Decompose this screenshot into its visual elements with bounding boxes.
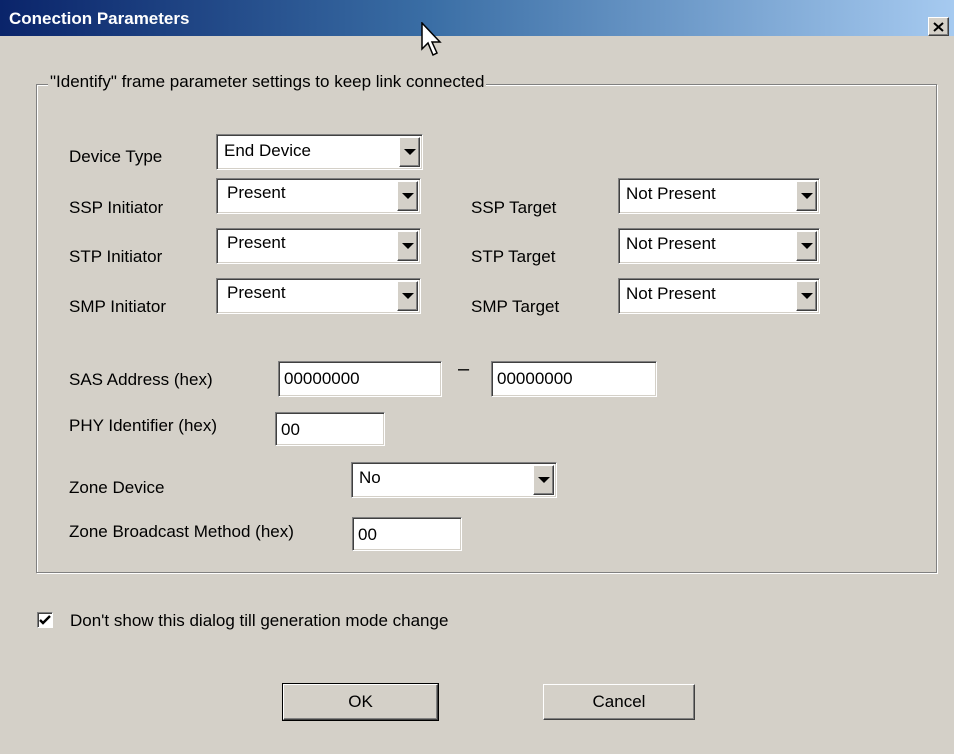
stp-initiator-dropdown-button[interactable] xyxy=(397,231,418,261)
sas-address-low-value: 00000000 xyxy=(497,369,573,388)
zone-broadcast-method-label: Zone Broadcast Method (hex) xyxy=(69,522,294,541)
sas-address-low-input[interactable]: 00000000 xyxy=(491,361,657,397)
chevron-down-icon xyxy=(401,243,414,249)
stp-target-select[interactable]: Not Present xyxy=(618,228,820,264)
phy-identifier-label: PHY Identifier (hex) xyxy=(69,416,218,435)
device-type-value: End Device xyxy=(224,141,311,160)
groupbox-legend: "Identify" frame parameter settings to k… xyxy=(48,72,487,92)
sas-address-high-input[interactable]: 00000000 xyxy=(278,361,442,397)
smp-target-value: Not Present xyxy=(626,284,716,303)
smp-initiator-dropdown-button[interactable] xyxy=(397,281,418,311)
chevron-down-icon xyxy=(800,293,813,299)
sas-address-high-value: 00000000 xyxy=(284,369,360,388)
chevron-down-icon xyxy=(401,293,414,299)
ssp-initiator-select[interactable]: Present xyxy=(216,178,421,214)
close-icon xyxy=(933,21,944,32)
zone-broadcast-method-value: 00 xyxy=(358,525,377,544)
ssp-initiator-dropdown-button[interactable] xyxy=(397,181,418,211)
dont-show-checkbox-label[interactable]: Don't show this dialog till generation m… xyxy=(70,611,448,631)
stp-initiator-select[interactable]: Present xyxy=(216,228,421,264)
close-button[interactable] xyxy=(928,17,949,36)
mouse-cursor-icon xyxy=(421,22,442,57)
zone-device-value: No xyxy=(359,468,381,487)
window-title: Conection Parameters xyxy=(9,9,190,28)
title-bar[interactable]: Conection Parameters xyxy=(0,0,954,36)
ssp-initiator-label: SSP Initiator xyxy=(69,198,164,217)
zone-broadcast-method-input[interactable]: 00 xyxy=(352,517,462,551)
sas-address-separator: – xyxy=(458,358,470,380)
checkmark-icon xyxy=(39,614,51,625)
ssp-target-dropdown-button[interactable] xyxy=(796,181,817,211)
ok-button[interactable]: OK xyxy=(282,683,439,721)
stp-target-value: Not Present xyxy=(626,234,716,253)
identify-frame-groupbox xyxy=(36,84,937,573)
smp-target-select[interactable]: Not Present xyxy=(618,278,820,314)
zone-device-label: Zone Device xyxy=(69,478,165,497)
device-type-label: Device Type xyxy=(69,147,163,166)
stp-target-label: STP Target xyxy=(471,247,556,266)
chevron-down-icon xyxy=(401,193,414,199)
stp-initiator-value: Present xyxy=(227,233,286,252)
smp-initiator-label: SMP Initiator xyxy=(69,297,167,316)
device-type-dropdown-button[interactable] xyxy=(399,137,420,167)
chevron-down-icon xyxy=(403,149,416,155)
phy-identifier-input[interactable]: 00 xyxy=(275,412,385,446)
stp-initiator-label: STP Initiator xyxy=(69,247,163,266)
ssp-target-label: SSP Target xyxy=(471,198,557,217)
zone-device-dropdown-button[interactable] xyxy=(533,465,554,495)
smp-target-dropdown-button[interactable] xyxy=(796,281,817,311)
sas-address-label: SAS Address (hex) xyxy=(69,370,213,389)
device-type-select[interactable]: End Device xyxy=(216,134,423,170)
chevron-down-icon xyxy=(800,243,813,249)
chevron-down-icon xyxy=(537,477,550,483)
phy-identifier-value: 00 xyxy=(281,420,300,439)
cancel-button[interactable]: Cancel xyxy=(543,684,695,720)
ssp-initiator-value: Present xyxy=(227,183,286,202)
smp-initiator-select[interactable]: Present xyxy=(216,278,421,314)
chevron-down-icon xyxy=(800,193,813,199)
dont-show-checkbox[interactable] xyxy=(37,612,53,628)
smp-target-label: SMP Target xyxy=(471,297,560,316)
ssp-target-value: Not Present xyxy=(626,184,716,203)
zone-device-select[interactable]: No xyxy=(351,462,557,498)
stp-target-dropdown-button[interactable] xyxy=(796,231,817,261)
smp-initiator-value: Present xyxy=(227,283,286,302)
ssp-target-select[interactable]: Not Present xyxy=(618,178,820,214)
